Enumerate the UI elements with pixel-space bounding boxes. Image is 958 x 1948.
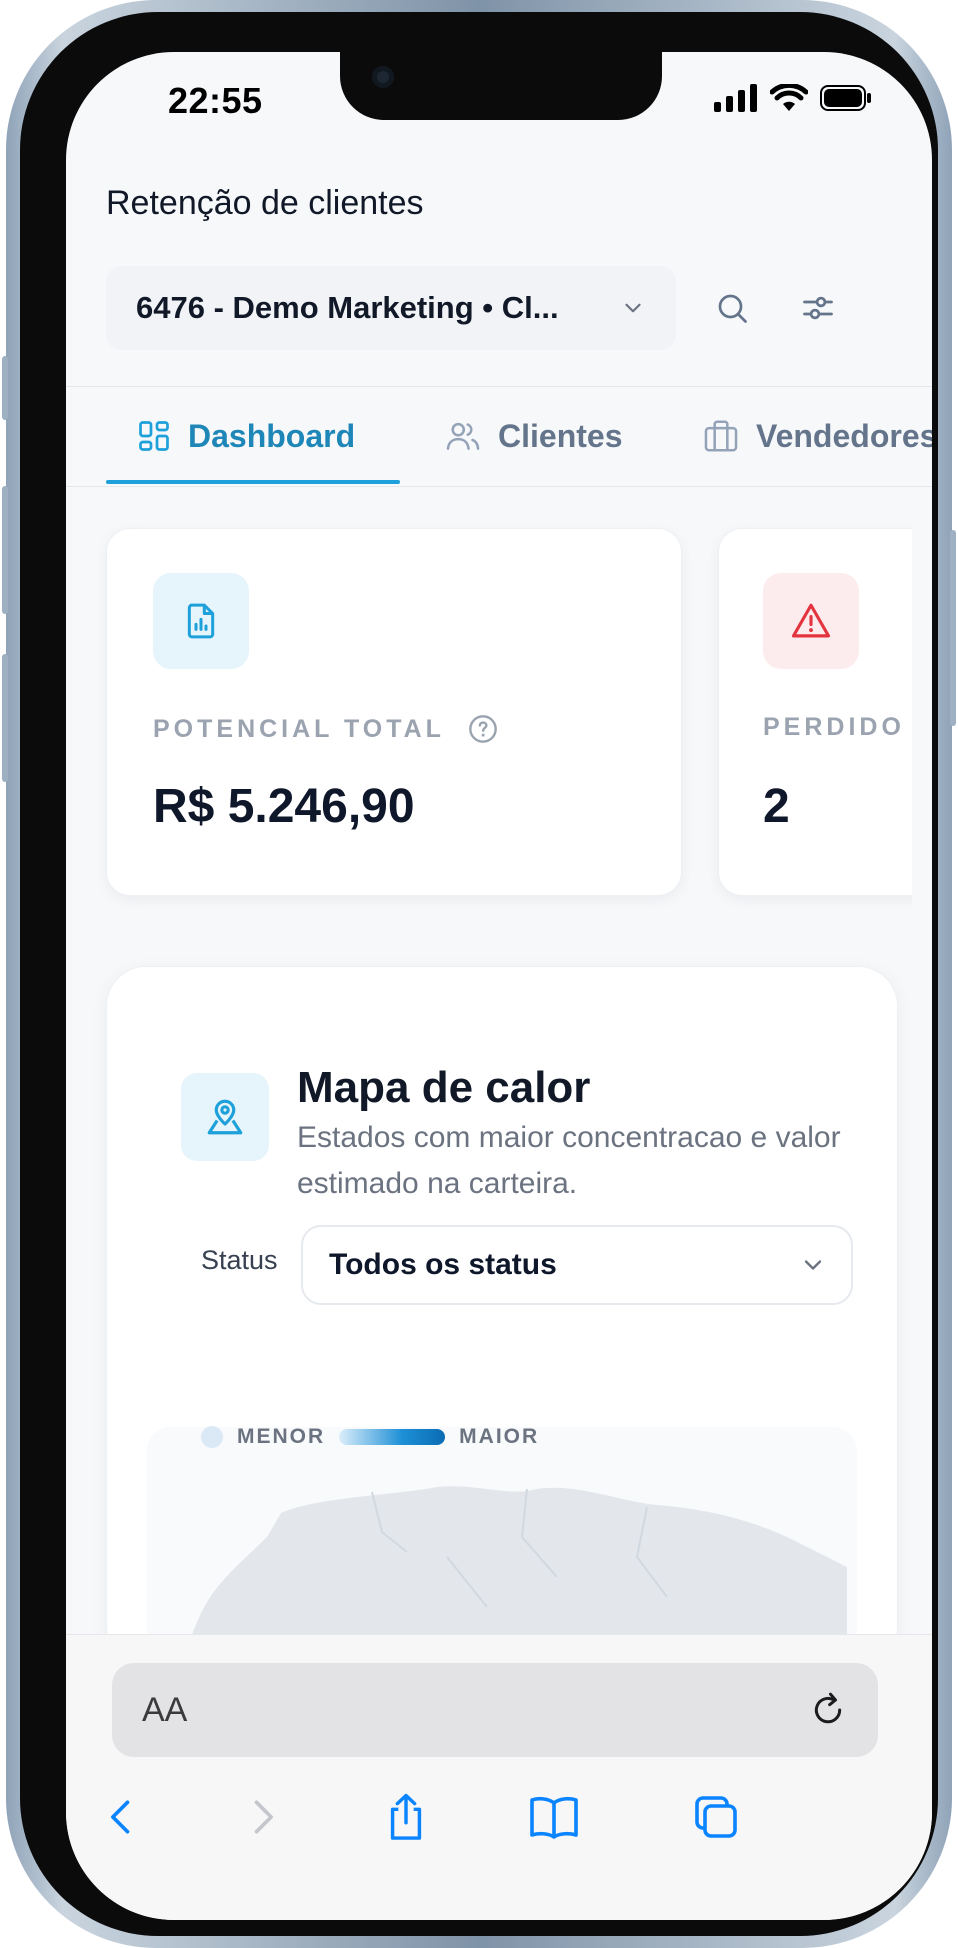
- tab-vendedores-label: Vendedores: [756, 417, 932, 454]
- reload-icon[interactable]: [808, 1690, 848, 1730]
- legend-min-label: MENOR: [237, 1425, 326, 1448]
- legend-max-label: MAIOR: [459, 1425, 540, 1448]
- scroll-clip-edge: [912, 512, 932, 912]
- chevron-left-icon: [111, 1800, 130, 1834]
- heatmap-subtitle: Estados com maior concentracao e valor e…: [297, 1121, 841, 1200]
- tab-dashboard-label: Dashboard: [188, 417, 356, 454]
- share-icon: [390, 1793, 422, 1840]
- status-filter-label: Status: [201, 1245, 278, 1275]
- kpi-icon-box: [763, 573, 859, 669]
- tabs-button[interactable]: [686, 1787, 746, 1847]
- report-chart-icon: [187, 603, 215, 639]
- mute-switch: [2, 356, 8, 420]
- chevron-down-icon: [804, 1260, 822, 1270]
- active-tab-indicator: [106, 480, 400, 484]
- text-size-button[interactable]: AA: [142, 1691, 808, 1730]
- tab-bar: Dashboard Clientes Vendedores: [66, 386, 932, 486]
- heatmap-legend: MENOR MAIOR: [201, 1425, 539, 1449]
- kpi-card-potencial[interactable]: POTENCIAL TOTAL R$ 5.246,90: [106, 528, 682, 896]
- volume-up-button: [2, 486, 8, 614]
- tab-dashboard[interactable]: Dashboard: [136, 386, 355, 486]
- legend-gradient-bar: [339, 1429, 446, 1445]
- tab-clientes[interactable]: Clientes: [444, 386, 622, 486]
- phone-frame: 22:55 Retenção de clientes 6476 - Demo M…: [2, 0, 956, 1948]
- briefcase-icon: [704, 420, 738, 452]
- kpi-icon-box: [153, 573, 249, 669]
- heatmap-card: Mapa de calor Estados com maior concentr…: [106, 966, 898, 1727]
- status-icons: [714, 84, 872, 112]
- address-bar[interactable]: AA: [112, 1663, 878, 1757]
- notch: [340, 52, 662, 120]
- volume-down-button: [2, 654, 8, 782]
- camera: [372, 66, 394, 88]
- map-pin-icon: [207, 1099, 243, 1135]
- users-icon: [446, 422, 480, 450]
- page-title: Retenção de clientes: [106, 184, 424, 222]
- tabs-divider: [66, 486, 932, 487]
- kpi-value: 2: [763, 780, 790, 833]
- forward-button[interactable]: [232, 1787, 292, 1847]
- heatmap-title: Mapa de calor: [297, 1063, 591, 1112]
- help-icon[interactable]: [467, 713, 499, 745]
- signal-icon: [714, 84, 757, 112]
- kpi-label-text: POTENCIAL TOTAL: [153, 714, 445, 743]
- legend-min-dot: [201, 1426, 223, 1448]
- map-icon-box: [181, 1073, 269, 1161]
- store-select[interactable]: 6476 - Demo Marketing • Cl...: [106, 266, 676, 350]
- screen: 22:55 Retenção de clientes 6476 - Demo M…: [66, 52, 932, 1920]
- chevron-right-icon: [254, 1800, 273, 1834]
- kpi-label: PERDIDO: [763, 713, 905, 741]
- status-filter-value: Todos os status: [329, 1248, 557, 1281]
- chevron-down-icon: [625, 303, 641, 313]
- store-select-value: 6476 - Demo Marketing • Cl...: [136, 290, 559, 325]
- tabs-overview-icon: [695, 1796, 737, 1838]
- power-button: [950, 530, 956, 726]
- tab-clientes-label: Clientes: [498, 417, 623, 454]
- warning-icon: [791, 603, 831, 638]
- status-filter-select[interactable]: Todos os status: [301, 1225, 853, 1305]
- share-button[interactable]: [376, 1787, 436, 1847]
- bookmarks-button[interactable]: [524, 1787, 584, 1847]
- search-icon: [718, 294, 747, 323]
- dashboard-grid-icon: [139, 421, 169, 451]
- battery-icon: [820, 85, 871, 111]
- wifi-icon: [770, 84, 808, 111]
- kpi-card-perdido[interactable]: PERDIDO 2: [718, 528, 932, 896]
- browser-toolbar: AA: [66, 1634, 932, 1920]
- sliders-icon: [803, 296, 833, 320]
- status-time: 22:55: [168, 80, 263, 121]
- book-icon: [530, 1796, 578, 1839]
- phone-bezel: 22:55 Retenção de clientes 6476 - Demo M…: [20, 12, 938, 1936]
- search-button[interactable]: [708, 284, 756, 332]
- tab-vendedores[interactable]: Vendedores: [702, 386, 932, 486]
- filter-button[interactable]: [794, 284, 842, 332]
- back-button[interactable]: [92, 1787, 152, 1847]
- kpi-label: POTENCIAL TOTAL: [153, 713, 499, 745]
- kpi-value: R$ 5.246,90: [153, 780, 415, 833]
